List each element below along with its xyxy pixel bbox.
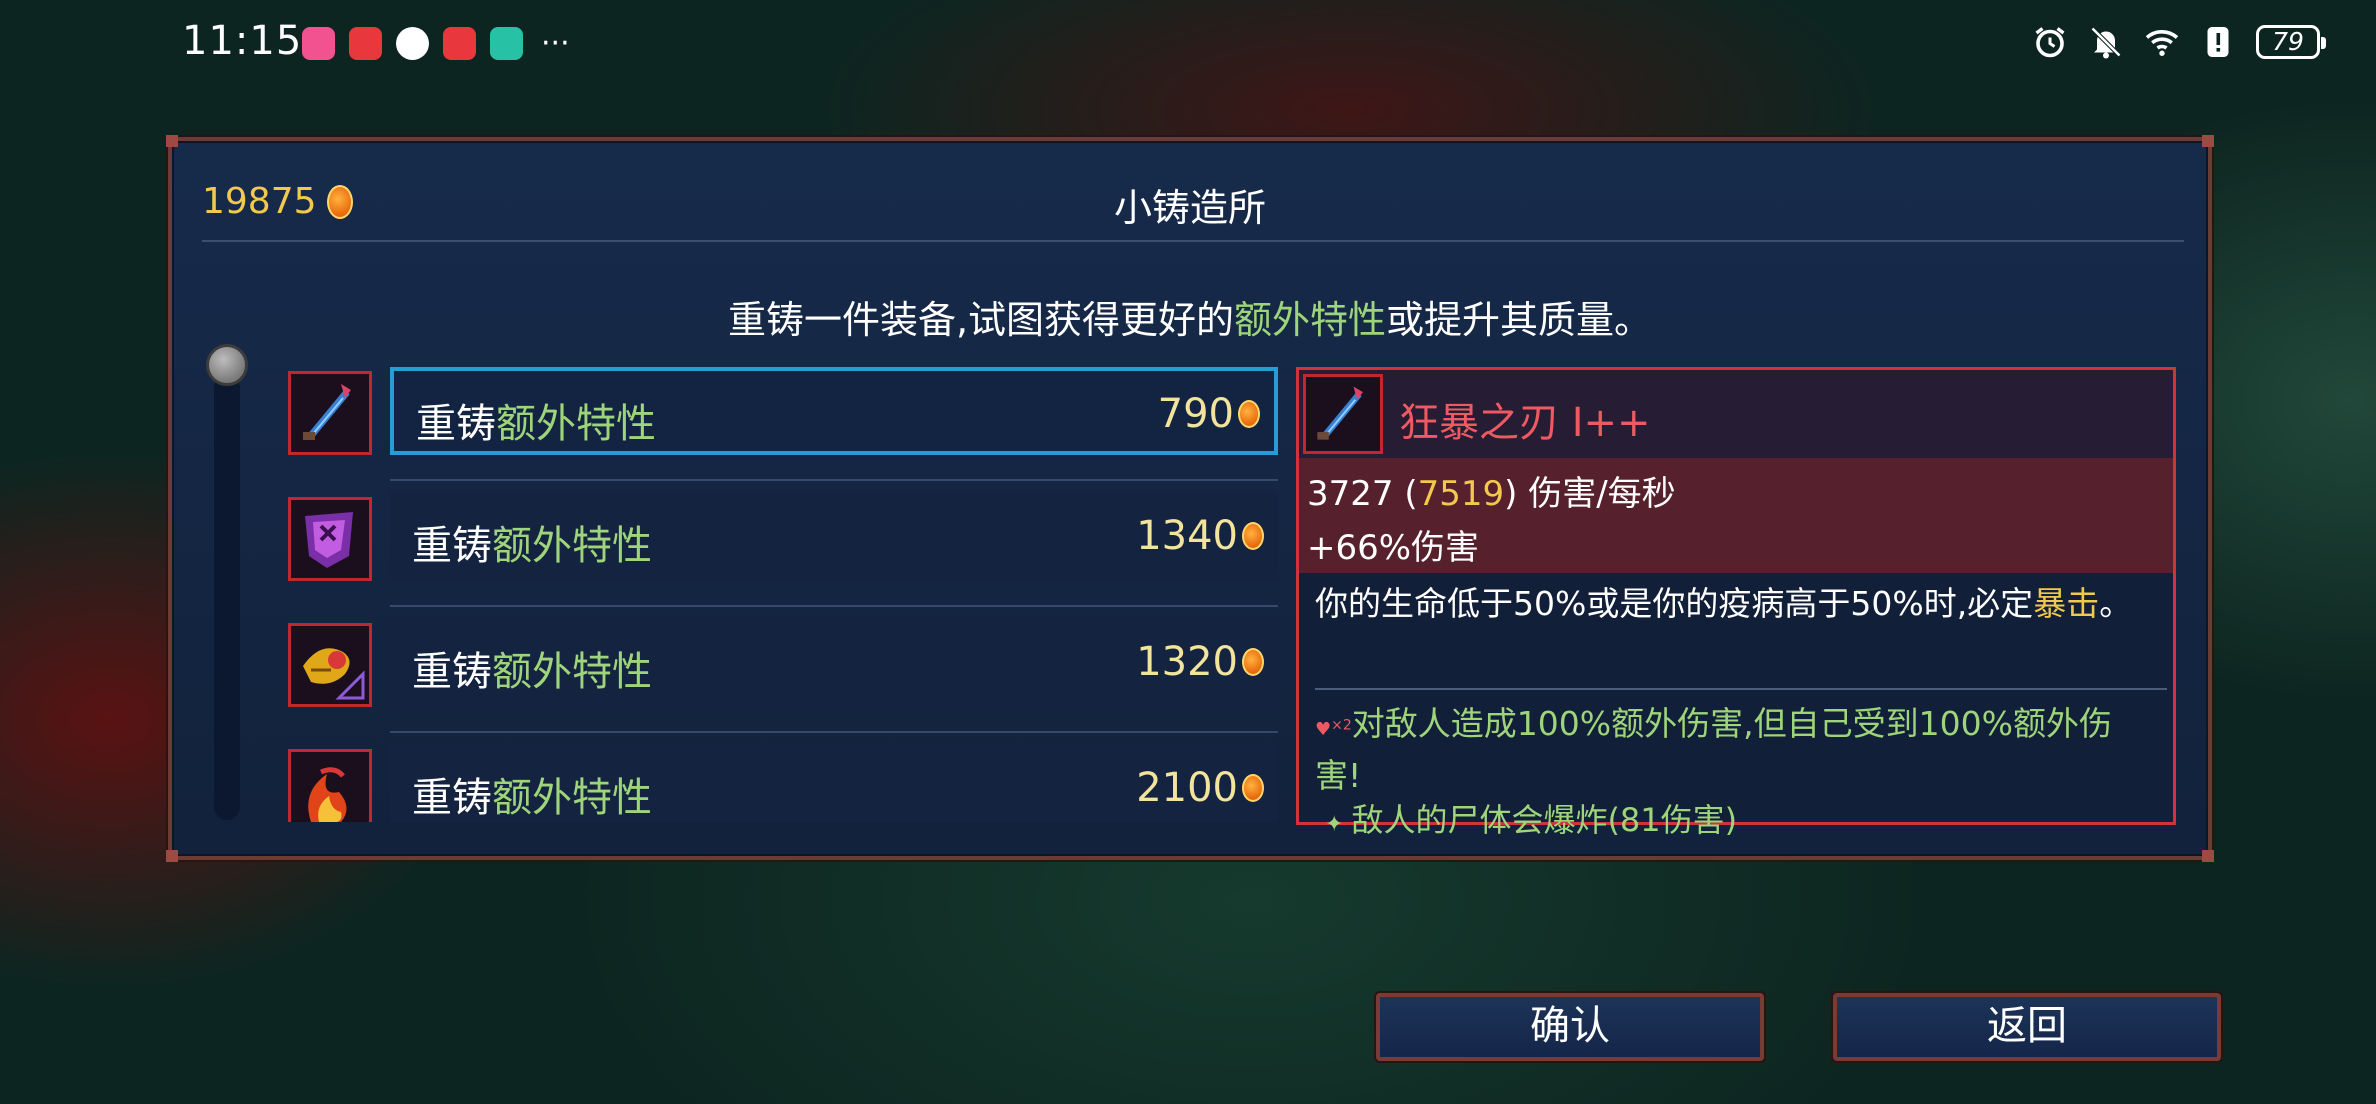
huawei-icon [349, 27, 382, 60]
wifi-icon [2145, 30, 2179, 56]
list-item[interactable]: 重铸额外特性 790 [288, 367, 1288, 465]
purple-shield-icon [288, 497, 372, 581]
reforge-label: 重铸额外特性 [416, 401, 656, 447]
list-item[interactable]: 重铸额外特性 1340 [288, 493, 1288, 591]
system-icons: 79 [2032, 24, 2326, 60]
reforge-list: 重铸额外特性 790 重铸额外特性 1340 重铸额外特性 1320 重铸额外特… [288, 367, 1288, 822]
frame-corner [166, 135, 178, 147]
forge-dialog: 19875 小铸造所 重铸一件装备,试图获得更好的额外特性或提升其质量。 重铸额… [166, 135, 2214, 862]
reforge-cost: 1320 [1136, 639, 1264, 685]
row-divider [390, 479, 1278, 481]
subtitle-text: 重铸一件装备,试图获得更好的 [727, 298, 1235, 342]
dialog-title: 小铸造所 [1113, 186, 1266, 230]
reforge-label: 重铸额外特性 [412, 775, 652, 821]
item-name: 狂暴之刃 I++ [1399, 400, 1651, 446]
status-bar: 11:15 ··· 79 [0, 0, 2376, 90]
qq-icon [396, 27, 429, 60]
bonus-affix: ♥×2对敌人造成100%额外伤害,但自己受到100%额外伤害! [1315, 704, 2112, 795]
mail-icon [443, 27, 476, 60]
confirm-button[interactable]: 确认 [1376, 993, 1764, 1061]
gold-coin-icon [1242, 774, 1264, 802]
item-header: 狂暴之刃 I++ [1299, 370, 2173, 458]
berserker-blade-icon [1303, 374, 1383, 454]
battery-indicator: 79 [2256, 25, 2326, 59]
subtitle-text-end: 或提升其质量。 [1386, 298, 1653, 342]
dps-line: 3727 (7519) 伤害/每秒 [1307, 474, 1676, 514]
list-item[interactable]: 重铸额外特性 1320 [288, 619, 1288, 717]
golden-dragon-icon [288, 623, 372, 707]
gold-coin-icon [1238, 400, 1260, 428]
shield-app-icon [490, 27, 523, 60]
subtitle-highlight: 额外特性 [1234, 298, 1387, 342]
reforge-button[interactable]: 重铸额外特性 2100 [390, 745, 1278, 822]
gold-coin-icon [1242, 648, 1264, 676]
dialog-subtitle: 重铸一件装备,试图获得更好的额外特性或提升其质量。 [172, 289, 2208, 344]
reforge-button[interactable]: 重铸额外特性 1320 [390, 619, 1278, 707]
item-stats: 3727 (7519) 伤害/每秒 +66%伤害 [1299, 458, 2173, 573]
frame-corner [2202, 135, 2214, 147]
reforge-button[interactable]: 重铸额外特性 790 [390, 367, 1278, 455]
damage-bonus: +66%伤害 [1307, 528, 1480, 568]
back-button[interactable]: 返回 [1833, 993, 2221, 1061]
item-description: 你的生命低于50%或是你的疫病高于50%时,必定暴击。 [1315, 584, 2133, 623]
reforge-cost: 1340 [1136, 513, 1264, 559]
sparkle-icon: ✦ [1325, 812, 1344, 837]
reforge-label: 重铸额外特性 [412, 649, 652, 695]
frame-corner [166, 850, 178, 862]
reforge-button[interactable]: 重铸额外特性 1340 [390, 493, 1278, 581]
berserker-blade-icon [288, 371, 372, 455]
reforge-cost: 2100 [1136, 765, 1264, 811]
notification-icons: ··· [302, 27, 570, 60]
scrollbar-track[interactable] [214, 375, 240, 820]
heart-icon: ♥ [1315, 719, 1332, 740]
alert-icon [2207, 27, 2229, 57]
item-detail-card: 狂暴之刃 I++ 3727 (7519) 伤害/每秒 +66%伤害 你的生命低于… [1296, 367, 2176, 839]
more-notifications-icon: ··· [541, 26, 570, 61]
multiplier: ×2 [1331, 717, 1352, 734]
row-divider [390, 605, 1278, 607]
detail-divider [1315, 688, 2167, 690]
clock: 11:15 [182, 18, 303, 64]
mute-bell-icon [2090, 26, 2122, 59]
row-divider [390, 731, 1278, 733]
list-item[interactable]: 重铸额外特性 2100 [288, 745, 1288, 822]
scrollbar-thumb[interactable] [206, 344, 248, 386]
reforge-label: 重铸额外特性 [412, 523, 652, 569]
bonus-affix-2: ✦ 敌人的尸体会爆炸(81伤害) [1325, 801, 1738, 839]
gold-coin-icon [1242, 522, 1264, 550]
bilibili-icon [302, 27, 335, 60]
alarm-icon [2035, 27, 2065, 58]
title-divider [202, 240, 2184, 242]
frame-corner [2202, 850, 2214, 862]
fire-skill-icon [288, 749, 372, 822]
reforge-cost: 790 [1158, 391, 1260, 437]
